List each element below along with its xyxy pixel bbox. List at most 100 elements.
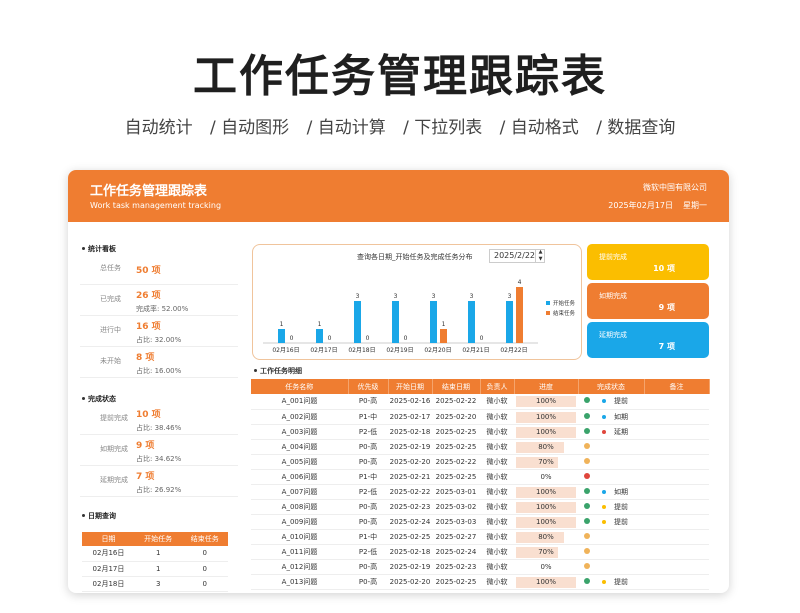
table-row[interactable]: A_004问题 P0-高 2025-02-19 2025-02-25 微小软 80% (251, 439, 709, 455)
task-status: 延期 (578, 424, 644, 440)
kpi-value: 10 项 (653, 264, 675, 273)
task-remark (644, 439, 709, 455)
task-remark (644, 424, 709, 440)
table-row[interactable]: A_007问题 P2-低 2025-02-22 2025-03-01 微小软 100% 如期 (251, 484, 709, 500)
date-query-cell: 0 (181, 546, 228, 562)
stat-percent: 占比: 34.62% (136, 455, 182, 463)
progress-text: 100% (535, 517, 556, 526)
status-icon (584, 397, 590, 404)
bar-value-label: 0 (480, 335, 484, 342)
task-status (578, 529, 644, 545)
task-name: A_007问题 (251, 484, 348, 500)
chart-bar (354, 301, 361, 343)
task-progress: 0% (514, 559, 578, 575)
status-icon (584, 487, 590, 494)
task-status: 如期 (578, 409, 644, 425)
task-priority: P0-高 (348, 454, 388, 470)
table-row[interactable]: A_006问题 P1-中 2025-02-21 2025-02-25 微小软 0% (251, 469, 709, 485)
task-progress: 100% (514, 514, 578, 530)
task-owner: 微小软 (480, 409, 514, 425)
task-status: 提前 (578, 499, 644, 515)
date-query-table: 日期 开始任务 结束任务 02月16日 1 0 02月17日 1 0 02月18日 3 0 (82, 532, 228, 592)
date-query-header: 开始任务 (134, 532, 182, 546)
table-row[interactable]: A_005问题 P0-高 2025-02-20 2025-02-22 微小软 70% (251, 454, 709, 470)
task-status (578, 544, 644, 560)
hero-tag: / 自动计算 (306, 118, 386, 138)
task-remark (644, 574, 709, 590)
task-end: 2025-02-23 (432, 559, 480, 575)
task-remark (644, 484, 709, 500)
task-priority: P0-高 (348, 499, 388, 515)
progress-text: 100% (535, 577, 556, 586)
task-progress: 0% (514, 469, 578, 485)
table-row[interactable]: A_013问题 P0-高 2025-02-20 2025-02-25 微小软 100% 提前 (251, 574, 709, 590)
table-row[interactable]: A_002问题 P1-中 2025-02-17 2025-02-20 微小软 100% 如期 (251, 409, 709, 425)
task-remark (644, 559, 709, 575)
stat-label: 已完成 (100, 295, 121, 303)
kpi-card: 延期完成 7 项 (587, 322, 709, 358)
legend-label: 开始任务 (553, 299, 576, 307)
task-header: 进度 (514, 379, 579, 394)
date-query-row: 02月18日 3 0 (82, 576, 228, 592)
x-tick-label: 02月22日 (500, 347, 527, 354)
table-row[interactable]: A_008问题 P0-高 2025-02-23 2025-03-02 微小软 100% 提前 (251, 499, 709, 515)
task-start: 2025-02-21 (388, 469, 432, 485)
kpi-label: 延期完成 (599, 331, 627, 339)
status-icon (584, 502, 590, 509)
status-icon (584, 532, 590, 539)
bar-value-label: 0 (328, 335, 332, 342)
table-row[interactable]: A_003问题 P2-低 2025-02-18 2025-02-25 微小软 100% 延期 (251, 424, 709, 440)
task-name: A_003问题 (251, 424, 348, 440)
bar-value-label: 1 (318, 321, 322, 328)
table-row[interactable]: A_010问题 P1-中 2025-02-25 2025-02-27 微小软 80% (251, 529, 709, 545)
stats-list: 总任务 50 项已完成 26 项完成率: 52.00% 进行中 16 项占比: 32.0… (80, 254, 238, 378)
status-text: 提前 (614, 577, 628, 586)
task-start: 2025-02-16 (388, 394, 432, 410)
task-progress: 80% (514, 529, 578, 545)
table-row[interactable]: A_011问题 P2-低 2025-02-18 2025-02-24 微小软 70% (251, 544, 709, 560)
progress-text: 100% (535, 412, 556, 421)
task-status: 如期 (578, 484, 644, 500)
chart-bar (316, 329, 323, 343)
status-icon (584, 562, 590, 569)
table-row[interactable]: A_012问题 P0-高 2025-02-19 2025-02-23 微小软 0% (251, 559, 709, 575)
table-row[interactable]: A_009问题 P0-高 2025-02-24 2025-03-03 微小软 100% 提前 (251, 514, 709, 530)
task-end: 2025-03-02 (432, 499, 480, 515)
status-icon (584, 427, 590, 434)
task-remark (644, 469, 709, 485)
stat-value: 50 项 (136, 266, 161, 276)
task-start: 2025-02-17 (388, 409, 432, 425)
table-row[interactable]: A_001问题 P0-高 2025-02-16 2025-02-22 微小软 100% 提前 (251, 394, 709, 410)
task-remark (644, 529, 709, 545)
status-icon (584, 412, 590, 419)
x-tick-label: 02月18日 (348, 347, 375, 354)
task-owner: 微小软 (480, 484, 514, 500)
task-remark (644, 409, 709, 425)
task-end: 2025-02-25 (432, 424, 480, 440)
stat-row: 如期完成 9 项占比: 34.62% (80, 435, 238, 466)
task-name: A_011问题 (251, 544, 348, 560)
task-name: A_009问题 (251, 514, 348, 530)
bar-chart: 1002月16日1002月17日3002月18日3002月19日3102月20日… (263, 279, 576, 354)
header-weekday: 星期一 (683, 201, 707, 210)
task-start: 2025-02-24 (388, 514, 432, 530)
bar-value-label: 3 (470, 293, 474, 300)
header-company: 微软中国有限公司 (643, 183, 707, 192)
hero-tags: 自动统计 / 自动图形 / 自动计算 / 下拉列表 / 自动格式 / 数据查询 (0, 113, 800, 138)
task-owner: 微小软 (480, 394, 514, 410)
task-end: 2025-02-22 (432, 454, 480, 470)
card-header: 工作任务管理跟踪表 Work task management tracking … (68, 170, 729, 222)
date-query-cell: 02月18日 (82, 576, 135, 592)
stat-percent: 占比: 26.92% (136, 486, 182, 494)
task-priority: P2-低 (348, 544, 388, 560)
task-start: 2025-02-25 (388, 529, 432, 545)
legend-swatch (546, 301, 550, 305)
hero-tag: / 数据查询 (596, 118, 676, 138)
task-start: 2025-02-19 (388, 439, 432, 455)
task-remark (644, 499, 709, 515)
task-progress: 100% (514, 409, 578, 425)
stat-value: 7 项 (136, 472, 155, 482)
task-progress: 80% (514, 439, 578, 455)
task-owner: 微小软 (480, 574, 514, 590)
status-icon (584, 547, 590, 554)
